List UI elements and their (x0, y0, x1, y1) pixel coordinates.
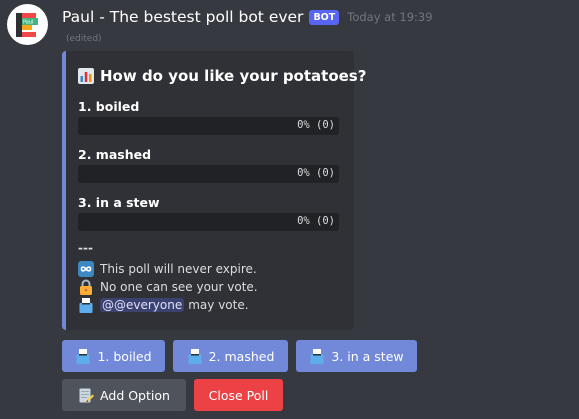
bar-chart-icon (78, 68, 94, 84)
ballot-box-icon (188, 349, 202, 364)
bot-username[interactable]: Paul - The bestest poll bot ever (62, 8, 303, 26)
vote-button-boiled[interactable]: 1. boiled (62, 340, 165, 372)
message-timestamp: Today at 19:39 (347, 10, 433, 24)
poll-title-text: How do you like your potatoes? (100, 67, 367, 85)
lock-icon (80, 279, 92, 295)
svg-text:Paul: Paul (23, 20, 33, 26)
edited-label: (edited) (66, 34, 102, 44)
paul-logo-icon: Paul (16, 13, 38, 37)
vote-button-label: 2. mashed (208, 348, 275, 364)
add-option-label: Add Option (100, 387, 170, 403)
vote-button-in-a-stew[interactable]: 3. in a stew (296, 340, 417, 372)
expire-line: This poll will never expire. (78, 261, 257, 277)
ballot-box-icon (310, 349, 324, 364)
visibility-line: No one can see your vote. (78, 279, 258, 295)
vote-button-label: 3. in a stew (331, 348, 404, 364)
poll-option-result: 0% (0) (297, 119, 335, 131)
ballot-box-icon (76, 349, 90, 364)
message-header: Paul - The bestest poll bot ever BOT Tod… (62, 7, 433, 27)
infinity-icon (78, 261, 94, 277)
add-option-button[interactable]: Add Option (62, 379, 186, 411)
vote-button-label: 1. boiled (97, 348, 152, 364)
memo-icon (79, 388, 95, 403)
voters-text: may vote. (188, 298, 249, 312)
visibility-text: No one can see your vote. (100, 280, 258, 294)
poll-option-result: 0% (0) (297, 167, 335, 179)
bot-tag: BOT (309, 9, 340, 25)
ballot-box-icon (79, 298, 93, 313)
poll-option-label: 2. mashed (78, 147, 152, 162)
vote-button-mashed[interactable]: 2. mashed (173, 340, 288, 372)
expire-text: This poll will never expire. (100, 262, 257, 276)
voters-line: @@everyone may vote. (78, 297, 249, 313)
close-poll-label: Close Poll (208, 387, 269, 403)
poll-option-result: 0% (0) (297, 215, 335, 227)
everyone-mention[interactable]: @@everyone (100, 298, 185, 312)
poll-option-label: 1. boiled (78, 99, 140, 114)
poll-title: How do you like your potatoes? (78, 67, 366, 85)
poll-embed: How do you like your potatoes? 1. boiled… (62, 51, 366, 330)
poll-option-bar: 0% (0) (78, 165, 339, 183)
bot-avatar[interactable]: Paul (7, 4, 48, 45)
separator-text: --- (78, 241, 93, 255)
poll-option-bar: 0% (0) (78, 213, 339, 231)
poll-option-bar: 0% (0) (78, 117, 339, 135)
poll-option-label: 3. in a stew (78, 195, 160, 210)
close-poll-button[interactable]: Close Poll (194, 379, 283, 411)
